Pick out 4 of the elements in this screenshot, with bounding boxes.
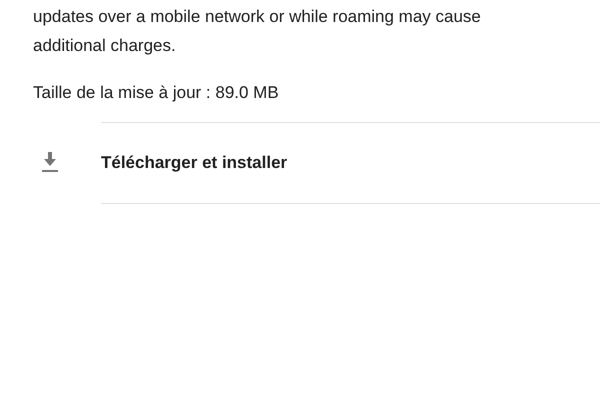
- update-size-text: Taille de la mise à jour : 89.0 MB: [33, 82, 280, 104]
- download-icon: [39, 151, 61, 173]
- notice-text: updates over a mobile network or while roaming may cause additional charges.: [32, 6, 482, 57]
- download-install-item[interactable]: Télécharger et installer: [101, 122, 600, 204]
